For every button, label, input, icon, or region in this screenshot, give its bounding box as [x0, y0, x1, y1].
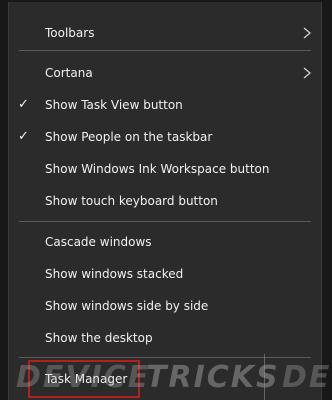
menu-separator: [19, 221, 311, 222]
menu-item-label: Show Task View button: [45, 98, 183, 112]
menu-item-cortana[interactable]: Cortana: [9, 60, 321, 86]
menu-item-show-task-view-button[interactable]: ✓ Show Task View button: [9, 92, 321, 118]
checkmark-icon: ✓: [18, 97, 29, 112]
chevron-right-icon: [303, 27, 312, 39]
chevron-right-icon: [303, 67, 312, 79]
menu-item-label: Toolbars: [45, 26, 95, 40]
menu-item-toolbars[interactable]: Toolbars: [9, 20, 321, 46]
menu-item-label: Cortana: [45, 66, 93, 80]
menu-separator: [19, 50, 311, 51]
taskbar-context-menu: Toolbars Cortana ✓ Show Task View button…: [8, 2, 322, 400]
menu-item-label: Cascade windows: [45, 235, 152, 249]
task-manager-highlight: [28, 360, 140, 398]
menu-item-show-touch-keyboard[interactable]: Show touch keyboard button: [9, 188, 321, 214]
menu-item-show-the-desktop[interactable]: Show the desktop: [9, 325, 321, 351]
checkmark-icon: ✓: [18, 129, 29, 144]
menu-item-label: Show windows stacked: [45, 267, 184, 281]
menu-item-show-windows-stacked[interactable]: Show windows stacked: [9, 261, 321, 287]
menu-item-label: Show Windows Ink Workspace button: [45, 162, 270, 176]
menu-item-label: Show touch keyboard button: [45, 194, 218, 208]
menu-item-label: Show windows side by side: [45, 299, 209, 313]
menu-separator: [19, 357, 311, 358]
menu-item-show-windows-side-by-side[interactable]: Show windows side by side: [9, 293, 321, 319]
menu-item-show-windows-ink[interactable]: Show Windows Ink Workspace button: [9, 156, 321, 182]
menu-item-label: Show People on the taskbar: [45, 130, 213, 144]
menu-item-show-people[interactable]: ✓ Show People on the taskbar: [9, 124, 321, 150]
desktop-background: Toolbars Cortana ✓ Show Task View button…: [0, 0, 332, 400]
menu-item-cascade-windows[interactable]: Cascade windows: [9, 229, 321, 255]
menu-item-label: Show the desktop: [45, 331, 153, 345]
